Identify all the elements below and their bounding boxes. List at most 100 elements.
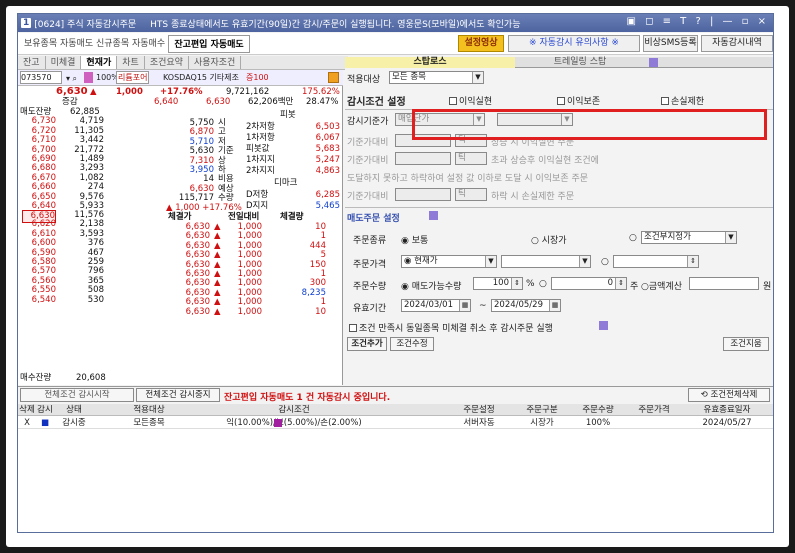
order-qty-label: 주문수량 — [353, 282, 387, 292]
trades-header: 체결량 — [280, 212, 304, 222]
edit-condition-button[interactable]: 조건수정 — [390, 337, 434, 351]
stop-all-watch-button[interactable]: 전체조건 감시중지 — [136, 388, 220, 402]
grid-header-cell: 주문설정 — [463, 405, 495, 415]
grid-header-cell: 주문수량 — [582, 405, 614, 415]
order-qty-pct-input[interactable]: 100 ⇕ — [473, 277, 523, 290]
help-icon[interactable] — [429, 211, 438, 220]
start-all-watch-button[interactable]: 전체조건 감시시작 — [20, 388, 134, 402]
tab-hold-auto-sell[interactable]: 보유종목 자동매도 — [24, 35, 93, 53]
highlight-box — [412, 109, 767, 140]
tab-balance-auto-sell[interactable]: 잔고편입 자동매도 — [168, 35, 250, 53]
order-type-conditional[interactable]: ○ — [629, 233, 637, 243]
profit-take-checkbox[interactable]: 이익실현 — [449, 94, 492, 107]
change-rate: +17.76% — [160, 87, 203, 97]
trade-price: 6,630 — [185, 306, 210, 317]
help-icon[interactable] — [649, 58, 658, 67]
search-icon[interactable]: ▾ ⌕ — [66, 71, 77, 86]
order-qty-share-input[interactable]: 0 ⇕ — [551, 277, 627, 290]
order-qty-sellable: 매도가능수량 — [411, 282, 462, 292]
prev-value-1: 6,640 — [154, 97, 179, 107]
trade-change: 1,000 — [237, 306, 262, 317]
table-row[interactable]: X ■ 감시중 모든종목 익(10.00%)/보(5.00%)/손(2.00%) 서버자동… — [18, 417, 773, 429]
valid-from-input[interactable]: 2024/03/01 ▦ — [401, 299, 471, 312]
order-qty-radio[interactable]: ◉ 매도가능수량 — [401, 279, 461, 292]
valid-to-input[interactable]: 2024/05/29 ▦ — [491, 299, 561, 312]
grid-header-cell: 감시조건 — [278, 405, 310, 415]
order-type-market[interactable]: ○ 시장가 — [531, 233, 567, 246]
tick-select[interactable]: 틱 — [455, 152, 487, 165]
profit-keep-checkbox[interactable]: 이익보존 — [557, 94, 600, 107]
grid-cell: 익(10.00%)/보(5.00%)/손(2.00%) — [226, 418, 362, 428]
stepper-icon: ⇕ — [687, 256, 698, 267]
up-arrow-icon: ▲ — [90, 87, 97, 97]
order-price-radio-2[interactable]: ○ — [601, 257, 609, 267]
watch-history-button[interactable]: 자동감시내역 — [701, 35, 773, 52]
screen-number: 1 — [21, 18, 32, 28]
pct-unit: % — [526, 279, 535, 289]
cancel-unfilled-label: 조건 만족시 동일종목 미체결 취소 후 감시주문 실행 — [359, 324, 553, 334]
grid-cell: ■ — [40, 418, 50, 428]
stepper-icon: ⇕ — [511, 278, 522, 289]
grid-header-cell: 주문가격 — [638, 405, 670, 415]
add-condition-button[interactable]: 조건추가 — [347, 337, 387, 351]
order-price-input[interactable]: ▼ — [501, 255, 591, 268]
subtab-user-cond[interactable]: 사용자조건 — [189, 56, 242, 69]
bid-price[interactable]: 6,540 — [22, 295, 56, 306]
order-type-normal[interactable]: ◉ 보통 — [401, 233, 428, 246]
grid-cell[interactable]: X — [18, 417, 36, 429]
link-icon[interactable] — [328, 72, 339, 83]
pivot-value: 5,247 — [315, 155, 340, 165]
cond-setting-label: 감시조건 설정 — [347, 97, 406, 108]
order-type-cond-select[interactable]: 조건부지정가 ▼ — [641, 231, 737, 244]
subtab-price[interactable]: 현재가 — [81, 56, 118, 69]
stock-name[interactable]: 리튬포어 — [116, 71, 150, 84]
subtab-unfilled[interactable]: 미체결 — [46, 56, 82, 69]
base-price-label: 감시기준가 — [347, 117, 389, 127]
chevron-down-icon: ▼ — [725, 232, 736, 243]
cond-value-input[interactable] — [395, 188, 451, 201]
target-label: 적용대상 — [347, 75, 381, 85]
grid-header-cell: 적용대상 — [133, 405, 165, 415]
order-price-input-2[interactable]: ⇕ — [613, 255, 699, 268]
pivot-title: 피봇 — [280, 110, 296, 120]
quote-panel: 073570 ▾ ⌕ 100% 리튬포어 KOSDAQ15 기타제조 증100 … — [18, 70, 343, 385]
profit-keep-label: 이익보존 — [567, 97, 601, 107]
order-price-select[interactable]: ◉ 현재가 ▼ — [401, 255, 497, 268]
amount-input[interactable] — [689, 277, 759, 290]
stock-code-input[interactable]: 073570 — [20, 71, 62, 84]
order-qty-pct-value: 100 — [492, 278, 509, 288]
window-controls[interactable]: ▣ ◻ ≡ T ? | — ▫ × — [627, 16, 770, 27]
order-qty-share-radio[interactable]: ○ — [539, 279, 547, 289]
subtab-balance[interactable]: 잔고 — [18, 56, 46, 69]
clear-condition-button[interactable]: 조건지움 — [723, 337, 769, 351]
tick-select[interactable]: 틱 — [455, 188, 487, 201]
status-message: 잔고편입 자동매도 1 건 자동감시 중입니다. — [224, 393, 391, 403]
tab-trailing-stop[interactable]: 트레일링 스탑 — [515, 57, 645, 68]
subtab-cond-summary[interactable]: 조건요약 — [145, 56, 189, 69]
delete-all-conditions-button[interactable]: ⟲ 조건전체삭제 — [688, 388, 770, 402]
valid-to-value: 2024/05/29 — [494, 300, 543, 310]
target-select[interactable]: 모든 종목 ▼ — [389, 71, 484, 84]
tab-new-auto-buy[interactable]: 신규종목 자동매수 — [96, 35, 165, 53]
caution-button[interactable]: ※ 자동감시 유의사항 ※ — [508, 35, 640, 52]
cond-base-label: 기준가대비 — [347, 138, 389, 148]
amount-calc-radio[interactable]: ○금액계산 — [641, 279, 682, 292]
up-arrow-icon: ▲ — [214, 306, 221, 317]
date-separator: ~ — [479, 301, 487, 311]
valid-from-value: 2024/03/01 — [404, 300, 453, 310]
cond-value-input[interactable] — [395, 152, 451, 165]
bid-total-value: 20,608 — [76, 373, 106, 383]
cancel-unfilled-checkbox[interactable]: 조건 만족시 동일종목 미체결 취소 후 감시주문 실행 — [349, 321, 553, 334]
grid-cell: 모든종목 — [133, 418, 165, 428]
setting-video-button[interactable]: 설정영상 — [458, 35, 504, 52]
help-icon[interactable] — [599, 321, 608, 330]
tab-stop-loss[interactable]: 스탑로스 — [345, 57, 515, 68]
cond-desc: 초과 상승후 이익실현 조건에 — [491, 156, 599, 166]
cond-desc: 하락 시 손실제한 주문 — [491, 192, 575, 202]
target-select-value: 모든 종목 — [392, 72, 426, 82]
loss-limit-checkbox[interactable]: 손실제한 — [661, 94, 704, 107]
subtab-chart[interactable]: 차트 — [117, 56, 145, 69]
pivot-value: 6,503 — [315, 122, 340, 132]
emergency-sms-button[interactable]: 비상SMS등록 — [643, 35, 698, 52]
demark-label: D저항 — [246, 190, 269, 200]
